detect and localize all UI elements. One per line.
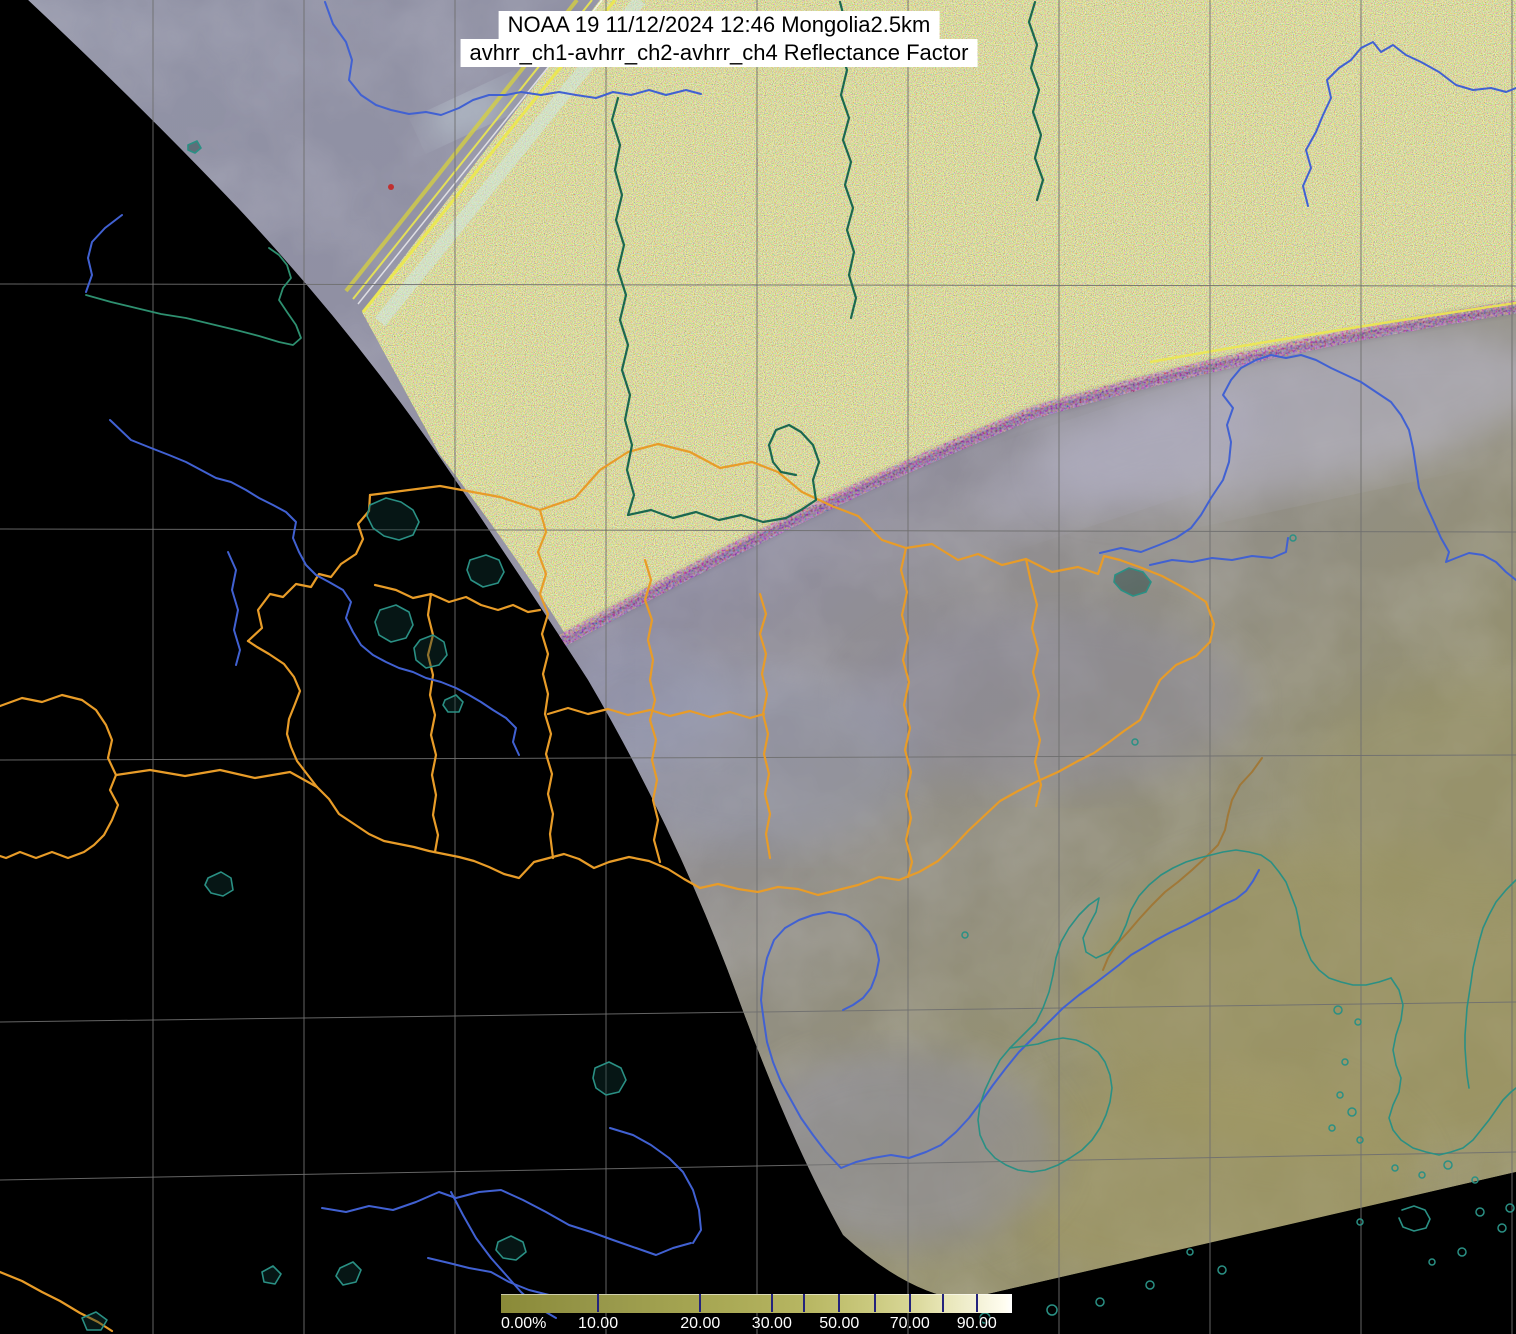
- colorbar-label: 70.00: [889, 1315, 930, 1332]
- colorbar-label: 20.00: [680, 1315, 721, 1332]
- colorbar-tick: [699, 1294, 702, 1312]
- colorbar-tick: [770, 1294, 773, 1312]
- colorbar-label: 50.00: [819, 1315, 860, 1332]
- colorbar-gradient: [501, 1294, 1012, 1313]
- title-line-1: NOAA 19 11/12/2024 12:46 Mongolia2.5km: [498, 11, 940, 39]
- colorbar-tick: [597, 1294, 600, 1312]
- colorbar-tick: [941, 1294, 944, 1312]
- colorbar-label: 30.00: [751, 1315, 792, 1332]
- satellite-map: [0, 0, 1516, 1334]
- colorbar: 0.00% 10.00 20.00 30.00 50.00 70.00 90.00: [501, 1294, 1012, 1332]
- colorbar-label: 0.00%: [501, 1315, 547, 1332]
- colorbar-tick: [908, 1294, 911, 1312]
- satellite-image-viewport: { "title": { "line1": "NOAA 19 11/12/202…: [0, 0, 1516, 1334]
- colorbar-tick: [975, 1294, 978, 1312]
- artifact-dot: [388, 184, 394, 190]
- title-line-2: avhrr_ch1-avhrr_ch2-avhrr_ch4 Reflectanc…: [460, 39, 978, 67]
- colorbar-tick: [803, 1294, 806, 1312]
- colorbar-tick: [838, 1294, 841, 1312]
- lake-outline: [374, 604, 414, 643]
- colorbar-label: 90.00: [956, 1315, 997, 1332]
- colorbar-tick: [873, 1294, 876, 1312]
- colorbar-label: 10.00: [578, 1315, 619, 1332]
